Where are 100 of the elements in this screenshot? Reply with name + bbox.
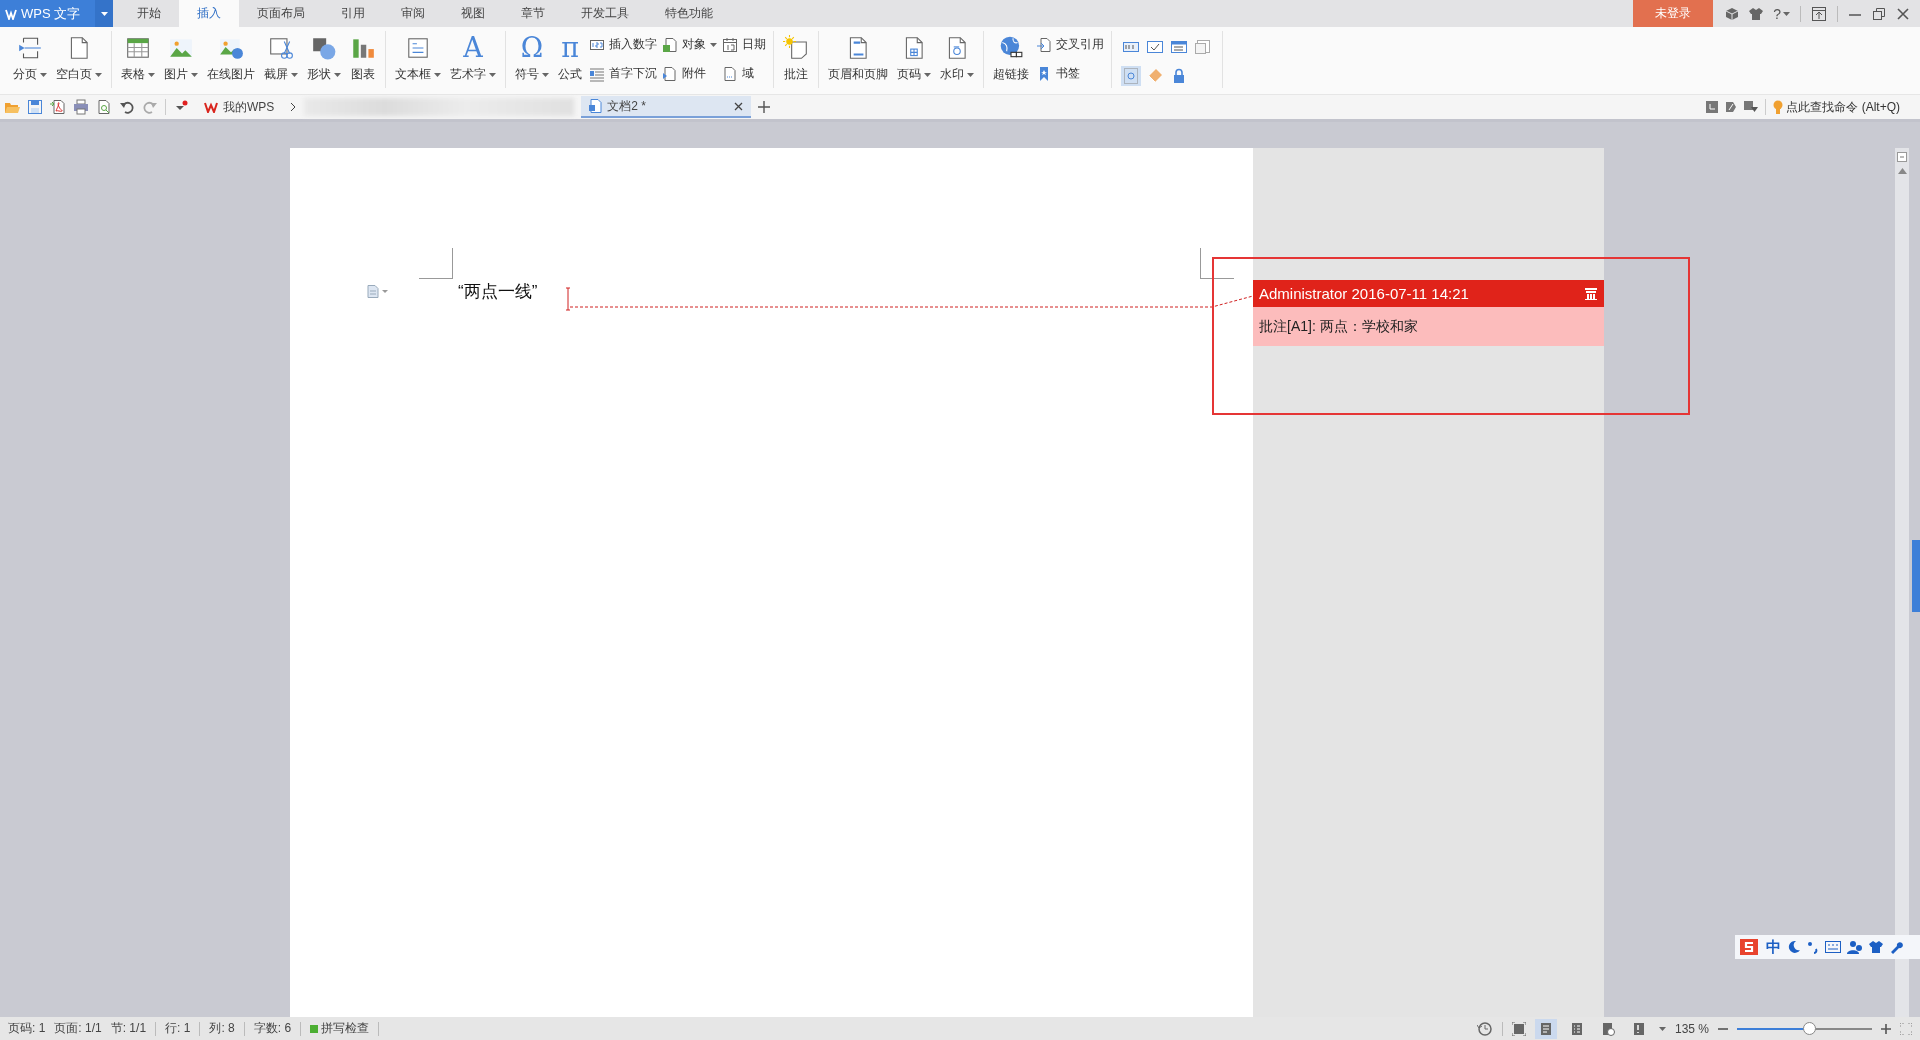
history-icon[interactable] xyxy=(1476,1020,1493,1037)
logo-icon xyxy=(5,7,17,20)
status-text: 页码: 1 xyxy=(8,1020,46,1037)
ribbon-button[interactable]: 页码 xyxy=(893,33,935,88)
caret-icon xyxy=(95,72,102,77)
ribbon-button[interactable]: 空白页 xyxy=(52,33,106,88)
object-icon xyxy=(662,36,678,53)
help-button[interactable]: ? xyxy=(1773,5,1790,22)
cross-reference-icon xyxy=(1036,36,1052,53)
command-search[interactable]: 点此查找命令 (Alt+Q) xyxy=(1786,98,1900,116)
caret-icon[interactable] xyxy=(100,11,108,16)
menu-tab[interactable]: 开始 xyxy=(119,0,179,27)
comment-icon xyxy=(783,35,809,61)
ribbon-button[interactable]: 文本框 xyxy=(391,33,445,88)
ribbon-button[interactable]: A 艺术字 xyxy=(446,33,500,88)
ribbon-button[interactable]: 附件 xyxy=(660,63,719,84)
menu-tab[interactable]: 插入 xyxy=(179,0,239,27)
window-menu-icon[interactable] xyxy=(1744,101,1759,113)
view-mode-button[interactable] xyxy=(1534,1018,1557,1039)
ribbon-button[interactable]: π 公式 xyxy=(554,33,586,88)
wrench-icon[interactable] xyxy=(1889,940,1903,954)
print-preview-icon[interactable] xyxy=(96,99,112,115)
ribbon-button[interactable]: 书签 xyxy=(1034,63,1106,84)
ribbon-button[interactable]: 页眉和页脚 xyxy=(824,33,892,88)
app-menu-button[interactable]: WPS 文字 xyxy=(0,0,95,27)
status-text: 列: 8 xyxy=(209,1020,235,1037)
ribbon-button[interactable]: 分页 xyxy=(9,33,51,88)
caret-icon xyxy=(40,72,47,77)
fit-page-icon[interactable] xyxy=(1511,1021,1526,1036)
moon-icon[interactable] xyxy=(1787,940,1801,954)
form-tool-button[interactable] xyxy=(1193,37,1213,57)
ime-logo-icon[interactable] xyxy=(1738,937,1760,957)
ribbon-button[interactable]: 日期 xyxy=(720,34,768,55)
undo-icon[interactable] xyxy=(119,99,135,115)
reading-view-icon xyxy=(1631,1021,1646,1036)
caret-icon xyxy=(1783,11,1790,16)
status-text: 行: 1 xyxy=(165,1020,191,1037)
checkbox-icon xyxy=(1147,39,1163,55)
shirt-icon[interactable] xyxy=(1749,6,1764,21)
menu-tab[interactable]: 视图 xyxy=(443,0,503,27)
cube-icon[interactable] xyxy=(1725,6,1740,21)
chevron-icon[interactable] xyxy=(289,102,298,112)
ribbon-button[interactable]: 形状 xyxy=(303,33,345,88)
print-icon[interactable] xyxy=(73,99,89,115)
scroll-up-icon[interactable] xyxy=(1897,168,1907,174)
users-icon[interactable] xyxy=(1847,940,1863,954)
paragraph-icon[interactable] xyxy=(367,285,379,298)
shirt-icon[interactable] xyxy=(1869,940,1883,954)
caret-icon[interactable] xyxy=(382,290,388,293)
document-tab[interactable]: 文档2 * xyxy=(581,96,752,118)
document-tab[interactable]: 我的WPS xyxy=(196,95,283,119)
ribbon-button[interactable]: 首字下沉 xyxy=(587,63,659,84)
outline-view-icon xyxy=(1569,1021,1584,1036)
restore-icon[interactable] xyxy=(1872,6,1886,21)
ribbon-button[interactable]: 水印 xyxy=(936,33,978,88)
web-view-icon xyxy=(1600,1021,1615,1036)
page-view-icon xyxy=(1538,1021,1553,1036)
menu-tab[interactable]: 页面布局 xyxy=(239,0,323,27)
comment-text: 批注[A1]: 两点：学校和家 xyxy=(1253,307,1604,346)
input-mode[interactable]: 中 xyxy=(1766,937,1781,957)
calendar-icon xyxy=(722,36,738,53)
add-tab-icon[interactable] xyxy=(758,101,771,113)
ribbon-button[interactable]: 交叉引用 xyxy=(1034,34,1106,55)
ribbon-button[interactable]: 超链接 xyxy=(989,33,1033,88)
margin-mark xyxy=(1200,248,1234,279)
clock-square-icon[interactable] xyxy=(1706,101,1719,113)
close-icon[interactable] xyxy=(1896,6,1910,21)
close-icon[interactable] xyxy=(734,101,744,111)
ribbon-button[interactable]: 表格 xyxy=(117,33,159,88)
menu-tab[interactable]: 开发工具 xyxy=(563,0,647,27)
menu-tab[interactable]: 审阅 xyxy=(383,0,443,27)
page-break-icon xyxy=(17,35,43,61)
caret-icon xyxy=(291,72,298,77)
menu-tab[interactable]: 特色功能 xyxy=(647,0,731,27)
restore-up-icon[interactable] xyxy=(1811,5,1827,22)
scissors-icon xyxy=(268,35,294,61)
punctuation-icon[interactable] xyxy=(1807,940,1819,954)
ribbon-button[interactable]: 截屏 xyxy=(260,33,302,88)
ribbon-button[interactable]: 批注 xyxy=(779,33,813,88)
lock-icon xyxy=(1171,68,1187,84)
pen-doc-icon[interactable] xyxy=(1725,101,1738,113)
scrollbar[interactable] xyxy=(1895,148,1909,1017)
ribbon-button[interactable]: 对象 xyxy=(660,34,719,55)
pin-icon[interactable] xyxy=(1897,152,1907,162)
menu-tab[interactable]: 章节 xyxy=(503,0,563,27)
keyboard-icon[interactable] xyxy=(1825,941,1841,953)
ribbon-button[interactable]: 插入数字 xyxy=(587,34,659,55)
ribbon-button[interactable]: 图片 xyxy=(160,33,202,88)
ribbon-button[interactable]: 域 xyxy=(720,63,768,84)
pdf-export-icon[interactable] xyxy=(50,99,66,115)
menu-tab[interactable]: 引用 xyxy=(323,0,383,27)
trash-icon[interactable] xyxy=(1584,287,1598,300)
ribbon-button[interactable]: 在线图片 xyxy=(203,33,259,88)
ribbon-button[interactable]: Ω 符号 xyxy=(511,33,553,88)
spell-check-toggle[interactable]: 拼写检查 xyxy=(310,1020,370,1037)
save-icon[interactable] xyxy=(27,99,43,115)
zoom-in-icon[interactable] xyxy=(1881,1023,1891,1034)
caret-icon xyxy=(334,72,341,77)
caret-icon xyxy=(1658,1026,1666,1031)
ribbon-button[interactable]: 图表 xyxy=(346,33,380,88)
